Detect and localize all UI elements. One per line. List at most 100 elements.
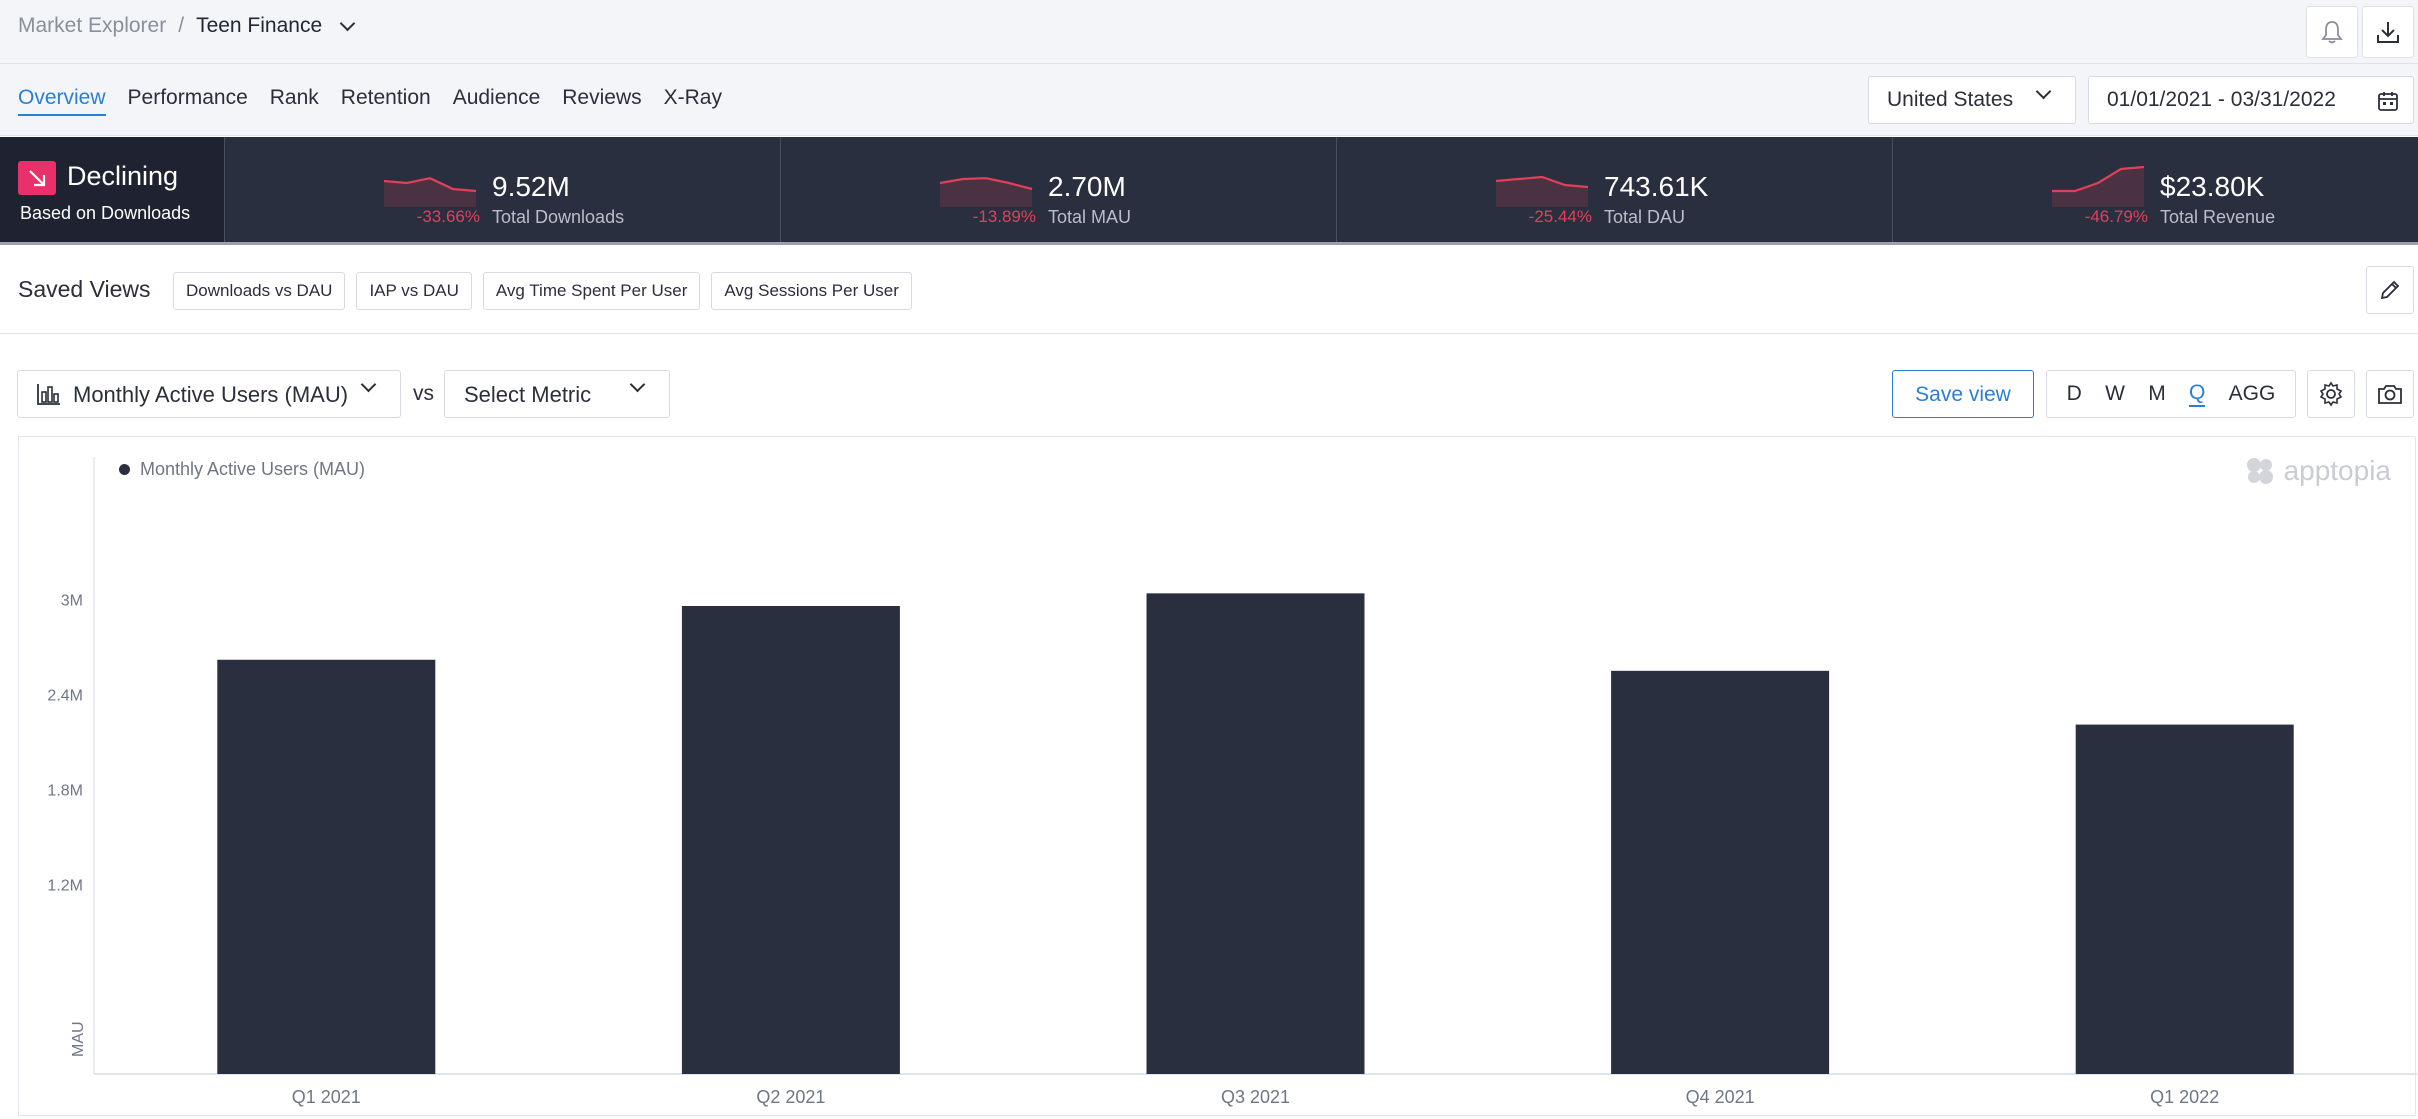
saved-views-title: Saved Views [18, 276, 151, 302]
sparkline-area [1496, 177, 1588, 207]
breadcrumb-root[interactable]: Market Explorer [18, 14, 166, 38]
kpi-change: -13.89% [972, 207, 1036, 226]
granularity-agg[interactable]: AGG [2229, 382, 2276, 406]
granularity-toggle: D W M Q AGG [2046, 370, 2296, 418]
save-view-button[interactable]: Save view [1892, 370, 2034, 418]
bell-icon [2321, 21, 2343, 44]
kpi-value: $23.80K [2160, 171, 2265, 202]
edit-button[interactable] [2366, 266, 2414, 314]
arrow-down-right-icon [18, 161, 56, 195]
settings-button[interactable] [2307, 370, 2355, 418]
mau-bar-chart: 1.2M 1.8M 2.4M 3M MAU Q1 2021 Q2 2021 Q3 2021 Q4… [47, 457, 2417, 1107]
date-range-picker[interactable]: 01/01/2021 - 03/31/2022 [2088, 76, 2414, 124]
tab-x-ray[interactable]: X-Ray [664, 86, 722, 116]
vs-label: vs [413, 382, 434, 405]
saved-view-chip[interactable]: Avg Time Spent Per User [482, 272, 701, 310]
saved-view-chip[interactable]: Avg Sessions Per User [711, 272, 912, 310]
primary-metric-label: Monthly Active Users (MAU) [73, 382, 349, 407]
compare-metric-select[interactable]: Select Metric [444, 370, 670, 418]
kpi-change: -25.44% [1528, 207, 1592, 226]
bar-q3-2021[interactable] [1146, 593, 1365, 1074]
kpi-bar: Declining Based on Downloads -33.66% 9.52… [0, 137, 2418, 245]
watermark-text: apptopia [2283, 455, 2391, 486]
bar-chart-icon [37, 384, 60, 405]
tab-reviews[interactable]: Reviews [562, 86, 641, 116]
metric-row: Monthly Active Users (MAU) vs Select Met… [0, 370, 2418, 418]
bar-q1-2022[interactable] [2075, 724, 2294, 1074]
kpi-value: 9.52M [492, 171, 570, 202]
kpi-card: -13.89% 2.70M Total MAU [780, 137, 1336, 242]
kpi-label: Total MAU [1048, 207, 1132, 227]
bar-q1-2021[interactable] [217, 659, 436, 1074]
breadcrumb: Market Explorer / Teen Finance [18, 14, 356, 38]
trend-title: Declining [67, 161, 179, 191]
legend-label: Monthly Active Users (MAU) [140, 459, 366, 479]
granularity-q[interactable]: Q [2188, 381, 2206, 407]
kpi-change: -33.66% [416, 207, 480, 226]
breadcrumb-current[interactable]: Teen Finance [196, 14, 322, 38]
x-tick-label: Q1 2022 [2150, 1087, 2219, 1107]
nav-row: Overview Performance Rank Retention Audience… [0, 64, 2418, 136]
kpi-value: 2.70M [1048, 171, 1126, 202]
tab-retention[interactable]: Retention [341, 86, 431, 116]
chevron-down-icon[interactable] [339, 15, 356, 31]
notifications-button[interactable] [2306, 6, 2358, 58]
y-tick-label: 2.4M [47, 688, 83, 705]
granularity-w[interactable]: W [2105, 382, 2125, 406]
primary-metric-select[interactable]: Monthly Active Users (MAU) [17, 370, 401, 418]
top-bar: Market Explorer / Teen Finance [0, 0, 2418, 64]
chevron-down-icon [2035, 83, 2052, 100]
sparkline-chart [2052, 165, 2145, 207]
sparkline-chart [1495, 175, 1589, 207]
chevron-down-icon [629, 376, 646, 393]
y-tick-label: 3M [61, 593, 83, 610]
kpi-value: 743.61K [1604, 171, 1709, 202]
granularity-m[interactable]: M [2148, 382, 2166, 406]
compare-metric-label: Select Metric [464, 382, 592, 407]
sparkline-area [2052, 167, 2144, 207]
trend-subtitle: Based on Downloads [20, 203, 191, 223]
download-button[interactable] [2362, 6, 2414, 58]
sparkline-chart [383, 177, 477, 207]
kpi-card: -33.66% 9.52M Total Downloads [224, 137, 780, 242]
x-tick-label: Q2 2021 [756, 1087, 825, 1107]
download-icon [2377, 22, 2399, 43]
bar-q4-2021[interactable] [1611, 670, 1830, 1074]
apptopia-logo-icon [2246, 458, 2273, 484]
sparkline-chart [939, 177, 1033, 207]
granularity-d[interactable]: D [2067, 382, 2082, 406]
chart-legend[interactable]: Monthly Active Users (MAU) [119, 459, 365, 480]
sparkline-area [940, 178, 1032, 207]
y-axis-label: MAU [70, 1021, 87, 1057]
saved-view-chip[interactable]: Downloads vs DAU [173, 272, 346, 310]
apptopia-watermark: apptopia [2244, 455, 2391, 487]
kpi-label: Total Revenue [2160, 207, 2276, 227]
pencil-icon [2380, 280, 2400, 300]
chart-panel: 1.2M 1.8M 2.4M 3M MAU Q1 2021 Q2 2021 Q3 2021 Q4… [18, 436, 2417, 1116]
saved-view-chip[interactable]: IAP vs DAU [356, 272, 472, 310]
tab-overview[interactable]: Overview [18, 86, 106, 116]
kpi-card: -25.44% 743.61K Total DAU [1336, 137, 1892, 242]
tab-audience[interactable]: Audience [453, 86, 541, 116]
x-tick-label: Q4 2021 [1686, 1087, 1755, 1107]
gear-icon [2319, 381, 2343, 407]
x-tick-label: Q3 2021 [1221, 1087, 1290, 1107]
kpi-label: Total Downloads [492, 207, 625, 227]
tab-rank[interactable]: Rank [270, 86, 319, 116]
calendar-icon [2378, 92, 2398, 111]
camera-icon [2378, 385, 2402, 404]
kpi-change: -46.79% [2084, 207, 2148, 226]
chevron-down-icon [360, 376, 377, 393]
country-value: United States [1887, 88, 2014, 111]
bar-q2-2021[interactable] [681, 606, 900, 1074]
y-tick-label: 1.2M [47, 877, 83, 894]
legend-marker [119, 464, 130, 475]
x-tick-label: Q1 2021 [292, 1087, 361, 1107]
date-range-value: 01/01/2021 - 03/31/2022 [2107, 88, 2336, 111]
screenshot-button[interactable] [2366, 370, 2414, 418]
kpi-card: -46.79% $23.80K Total Revenue [1892, 137, 2418, 242]
country-select[interactable]: United States [1868, 76, 2076, 124]
saved-views-bar: Saved Views Downloads vs DAU IAP vs DAU Av… [0, 248, 2418, 334]
tab-performance[interactable]: Performance [128, 86, 248, 116]
breadcrumb-separator: / [178, 14, 185, 37]
